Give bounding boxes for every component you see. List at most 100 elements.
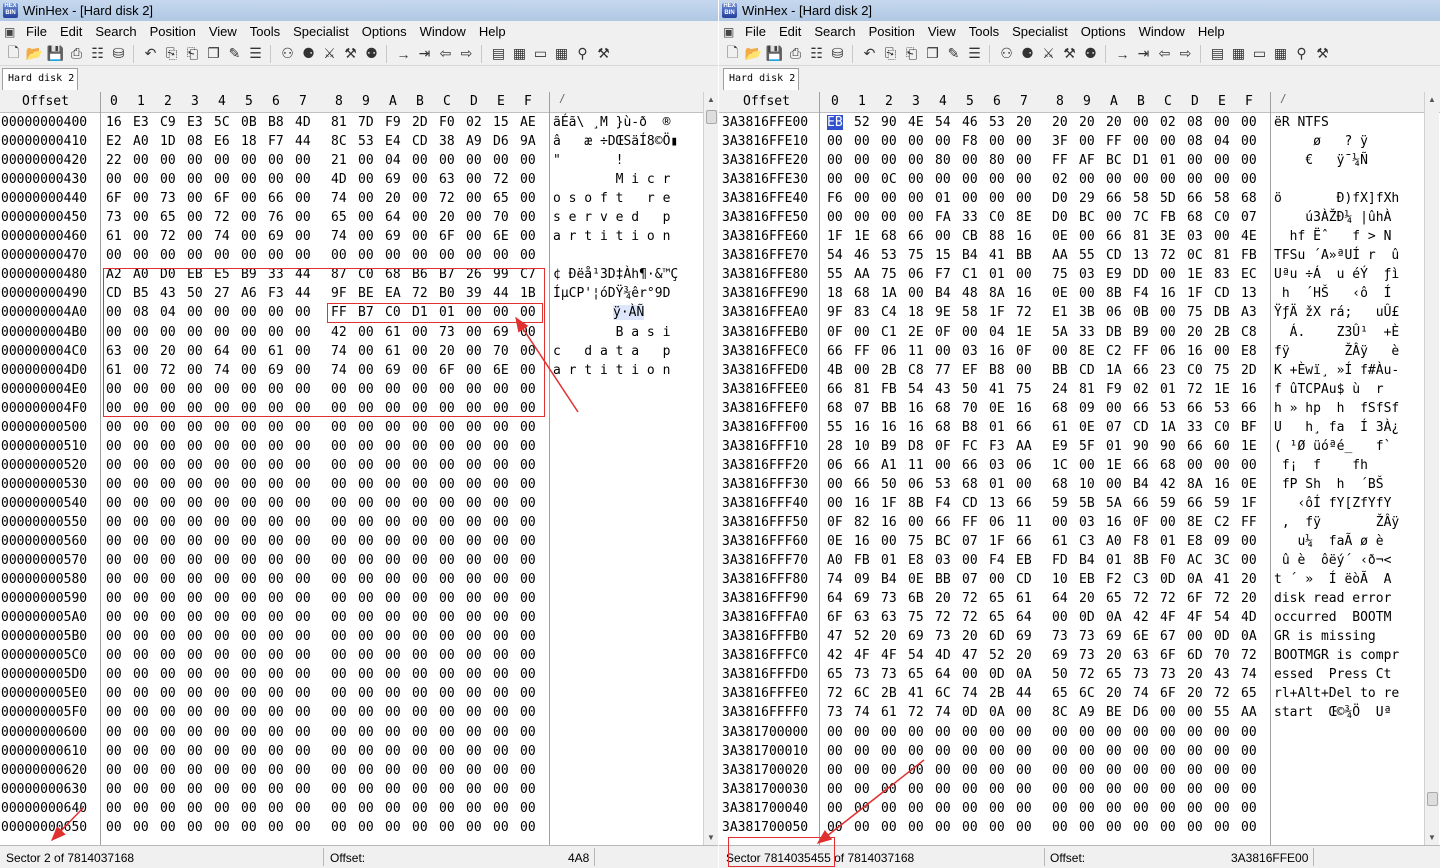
hex-byte[interactable]: 00 bbox=[160, 401, 176, 416]
hex-row[interactable]: 00000000480 A2 A0 D0 EB E5 B9 33 44 87 C0 68 B6 B7 26 9… bbox=[0, 265, 718, 284]
goto-sector-icon[interactable]: ⇥ bbox=[1133, 44, 1154, 63]
hex-byte[interactable]: FF bbox=[1052, 153, 1068, 168]
hex-byte[interactable]: 9F bbox=[827, 305, 843, 320]
hex-byte[interactable]: 02 bbox=[1160, 115, 1176, 130]
hex-byte[interactable]: 00 bbox=[106, 591, 122, 606]
hex-byte[interactable]: 46 bbox=[962, 115, 978, 130]
hex-row[interactable]: 3A3816FFF30 00 66 50 06 53 68 01 00 68 10 00 B4 42 8A 1… bbox=[719, 475, 1440, 494]
hex-byte[interactable]: 00 bbox=[935, 744, 951, 759]
hex-byte[interactable]: 00 bbox=[106, 686, 122, 701]
hex-byte[interactable]: 33 bbox=[268, 267, 284, 282]
scroll-down-icon[interactable]: ▼ bbox=[1425, 830, 1439, 845]
hex-byte[interactable]: 64 bbox=[935, 667, 951, 682]
hex-byte[interactable]: 55 bbox=[827, 420, 843, 435]
hex-byte[interactable]: 69 bbox=[493, 325, 509, 340]
hex-byte[interactable]: 00 bbox=[268, 153, 284, 168]
hex-byte[interactable]: 81 bbox=[1214, 248, 1230, 263]
hex-byte[interactable]: 00 bbox=[412, 172, 428, 187]
hex-byte[interactable]: 01 bbox=[935, 191, 951, 206]
hex-byte[interactable]: E2 bbox=[106, 134, 122, 149]
hex-byte[interactable]: 00 bbox=[466, 363, 482, 378]
hex-byte[interactable]: 2B bbox=[881, 686, 897, 701]
hex-byte[interactable]: 16 bbox=[1241, 382, 1257, 397]
hex-byte[interactable]: 00 bbox=[385, 534, 401, 549]
hex-byte[interactable]: 00 bbox=[187, 439, 203, 454]
hex-byte[interactable]: 00 bbox=[493, 744, 509, 759]
hex-byte[interactable]: 00 bbox=[385, 248, 401, 263]
hex-byte[interactable]: 00 bbox=[439, 401, 455, 416]
hex-byte[interactable]: 00 bbox=[214, 648, 230, 663]
menu-file[interactable]: File bbox=[22, 24, 56, 39]
hex-byte[interactable]: 64 bbox=[1016, 610, 1032, 625]
hex-byte[interactable]: E8 bbox=[1241, 344, 1257, 359]
hex-byte[interactable]: 0C bbox=[1187, 248, 1203, 263]
hex-byte[interactable]: 00 bbox=[1016, 477, 1032, 492]
hex-byte[interactable]: 00 bbox=[1160, 305, 1176, 320]
hex-byte[interactable]: 00 bbox=[241, 763, 257, 778]
hex-byte[interactable]: 6E bbox=[493, 363, 509, 378]
hex-byte[interactable]: 00 bbox=[241, 534, 257, 549]
hex-byte[interactable]: 00 bbox=[241, 744, 257, 759]
hex-byte[interactable]: 44 bbox=[295, 134, 311, 149]
hex-byte[interactable]: C2 bbox=[1106, 344, 1122, 359]
hex-byte[interactable]: 00 bbox=[412, 534, 428, 549]
hex-row[interactable]: 3A381700040 00 00 00 00 00 00 00 00 00 00 00 00 00 00 0… bbox=[719, 799, 1440, 818]
hex-byte[interactable]: 00 bbox=[358, 248, 374, 263]
hex-byte[interactable]: 0A bbox=[1187, 572, 1203, 587]
hex-byte[interactable]: 00 bbox=[466, 705, 482, 720]
hex-byte[interactable]: 61 bbox=[385, 344, 401, 359]
hex-byte[interactable]: A0 bbox=[827, 553, 843, 568]
hex-byte[interactable]: FB bbox=[1241, 248, 1257, 263]
system-menu-icon[interactable]: ▣ bbox=[4, 25, 22, 39]
hex-byte[interactable]: 00 bbox=[214, 153, 230, 168]
hex-byte[interactable]: 72 bbox=[493, 172, 509, 187]
hex-byte[interactable]: 00 bbox=[160, 686, 176, 701]
hex-byte[interactable]: 73 bbox=[881, 591, 897, 606]
hex-byte[interactable]: 00 bbox=[908, 134, 924, 149]
hex-byte[interactable]: 00 bbox=[214, 782, 230, 797]
hex-byte[interactable]: 66 bbox=[1133, 496, 1149, 511]
hex-byte[interactable]: 00 bbox=[439, 782, 455, 797]
hex-byte[interactable]: 00 bbox=[1241, 553, 1257, 568]
hex-byte[interactable]: 00 bbox=[1214, 229, 1230, 244]
hex-byte[interactable]: 01 bbox=[1106, 439, 1122, 454]
hex-byte[interactable]: 00 bbox=[106, 667, 122, 682]
hex-byte[interactable]: 2B bbox=[881, 363, 897, 378]
hex-byte[interactable]: 00 bbox=[133, 763, 149, 778]
hex-byte[interactable]: 00 bbox=[466, 325, 482, 340]
hex-byte[interactable]: 00 bbox=[358, 629, 374, 644]
hex-byte[interactable]: 16 bbox=[1016, 229, 1032, 244]
hex-byte[interactable]: 02 bbox=[1052, 172, 1068, 187]
hex-byte[interactable]: 1E bbox=[854, 229, 870, 244]
hex-byte[interactable]: 00 bbox=[466, 305, 482, 320]
hex-byte[interactable]: 33 bbox=[962, 210, 978, 225]
hex-byte[interactable]: E4 bbox=[385, 134, 401, 149]
hex-byte[interactable]: 8C bbox=[1052, 705, 1068, 720]
hex-byte[interactable]: 00 bbox=[133, 572, 149, 587]
hex-byte[interactable]: 00 bbox=[466, 572, 482, 587]
hex-byte[interactable]: B9 bbox=[241, 267, 257, 282]
hex-byte[interactable]: 20 bbox=[439, 344, 455, 359]
hex-byte[interactable]: A9 bbox=[466, 134, 482, 149]
hex-row[interactable]: 3A3816FFFE0 72 6C 2B 41 6C 74 2B 44 65 6C 20 74 6F 20 7… bbox=[719, 684, 1440, 703]
paste-icon[interactable]: ⎗ bbox=[901, 44, 922, 63]
hex-byte[interactable]: 3E bbox=[1160, 229, 1176, 244]
hex-byte[interactable]: 5F bbox=[1079, 439, 1095, 454]
hex-byte[interactable]: 00 bbox=[520, 496, 536, 511]
hex-byte[interactable]: 00 bbox=[1214, 115, 1230, 130]
hex-byte[interactable]: 00 bbox=[295, 610, 311, 625]
hex-byte[interactable]: 00 bbox=[385, 591, 401, 606]
hex-byte[interactable]: 1A bbox=[1106, 363, 1122, 378]
menu-help[interactable]: Help bbox=[475, 24, 515, 39]
hex-byte[interactable]: 00 bbox=[466, 782, 482, 797]
hex-byte[interactable]: 00 bbox=[1079, 172, 1095, 187]
hex-byte[interactable]: 00 bbox=[1079, 801, 1095, 816]
hex-byte[interactable]: 00 bbox=[187, 382, 203, 397]
hex-byte[interactable]: 00 bbox=[331, 458, 347, 473]
hex-byte[interactable]: 00 bbox=[358, 363, 374, 378]
hex-byte[interactable]: 00 bbox=[1214, 344, 1230, 359]
hex-byte[interactable]: 4B bbox=[827, 363, 843, 378]
hex-byte[interactable]: 00 bbox=[331, 401, 347, 416]
hex-byte[interactable]: 00 bbox=[962, 667, 978, 682]
hex-byte[interactable]: 66 bbox=[1187, 439, 1203, 454]
